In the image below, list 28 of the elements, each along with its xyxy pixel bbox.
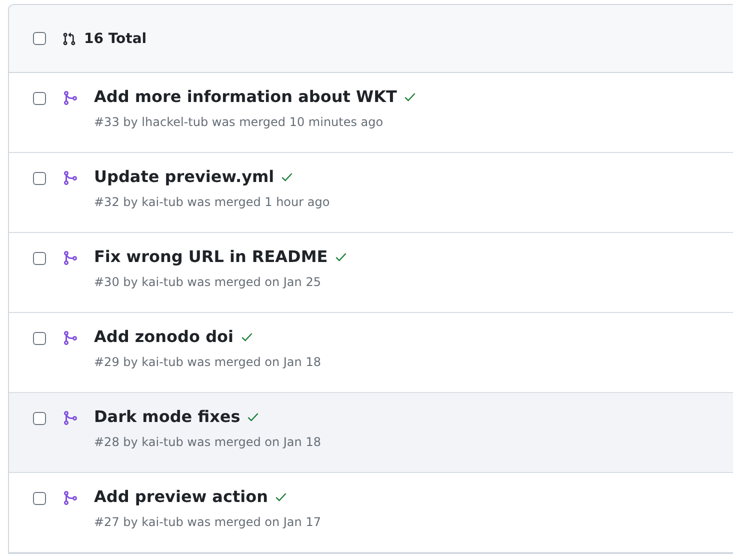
- merged-icon: [62, 409, 78, 427]
- row-checkbox[interactable]: [33, 252, 46, 265]
- pull-request-meta: #33 by lhackel-tub was merged 10 minutes ago: [94, 115, 384, 129]
- pull-request-title[interactable]: Add zonodo doi: [94, 327, 234, 346]
- row-checkbox[interactable]: [33, 172, 46, 185]
- pull-request-title[interactable]: Update preview.yml: [94, 167, 274, 186]
- pull-request-title[interactable]: Dark mode fixes: [94, 407, 240, 426]
- pull-request-title[interactable]: Fix wrong URL in README: [94, 247, 328, 266]
- pull-request-title[interactable]: Add preview action: [94, 487, 268, 506]
- row-checkbox[interactable]: [33, 492, 46, 505]
- pull-request-meta: #30 by kai-tub was merged on Jan 25: [94, 275, 322, 289]
- pull-request-meta: #27 by kai-tub was merged on Jan 17: [94, 515, 321, 529]
- merged-icon: [62, 249, 78, 267]
- pull-request-row[interactable]: Dark mode fixes #28 by kai-tub was merged on Jan 18: [9, 393, 733, 473]
- select-all-checkbox[interactable]: [33, 32, 46, 45]
- merged-icon: [62, 89, 78, 107]
- merged-icon: [62, 329, 78, 347]
- pull-request-meta: #28 by kai-tub was merged on Jan 18: [94, 435, 321, 449]
- row-checkbox[interactable]: [33, 412, 46, 425]
- pull-request-icon: [62, 30, 76, 46]
- merged-icon: [62, 169, 78, 187]
- row-checkbox[interactable]: [33, 92, 46, 105]
- row-checkbox[interactable]: [33, 332, 46, 345]
- merged-icon: [62, 489, 78, 507]
- pull-request-meta: #32 by kai-tub was merged 1 hour ago: [94, 195, 330, 209]
- pull-request-meta: #29 by kai-tub was merged on Jan 18: [94, 355, 321, 369]
- total-count: 16 Total: [84, 30, 147, 46]
- pull-request-title[interactable]: Add more information about WKT: [94, 87, 397, 106]
